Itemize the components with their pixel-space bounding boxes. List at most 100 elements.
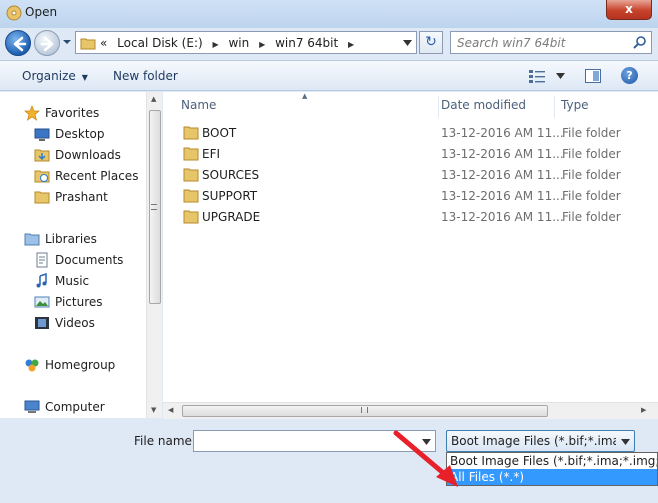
file-name: SOURCES [202,168,260,182]
column-header-type[interactable]: Type [555,96,658,118]
file-date: 13-12-2016 AM 11... [441,147,564,161]
breadcrumb: « Local Disk (E:) ▶ win ▶ win7 64bit ▶ [100,36,360,50]
sidebar-item-label: Favorites [45,106,100,120]
folder-icon [183,126,199,140]
scroll-up-icon[interactable]: ▲ [151,95,156,103]
file-date: 13-12-2016 AM 11... [441,189,564,203]
sidebar-item-label: Prashant [55,190,108,204]
file-type: File folder [562,189,621,203]
scroll-down-icon[interactable]: ▼ [151,406,156,414]
forward-button[interactable] [34,30,60,56]
sort-ascending-icon: ▲ [302,92,308,100]
back-button[interactable] [5,30,31,56]
app-disc-icon [6,5,22,21]
navigation-pane: Favorites Desktop Downloads Recent Place… [0,92,146,418]
sidebar-item-label: Recent Places [55,169,139,183]
file-date: 13-12-2016 AM 11... [441,210,564,224]
file-type-filter-value: Boot Image Files (*.bif;*.ima;*.img;*.fl… [451,434,616,448]
title-bar: Open x [0,0,658,28]
forward-arrow-icon [40,36,54,52]
scrollbar-grip-icon [361,407,368,413]
sidebar-item-label: Downloads [55,148,121,162]
column-header-label: Date modified [441,98,527,112]
file-date: 13-12-2016 AM 11... [441,126,564,140]
homegroup-icon [25,359,39,372]
file-date: 13-12-2016 AM 11... [441,168,564,182]
desktop-icon [34,128,50,141]
breadcrumb-separator-icon[interactable]: ▶ [259,40,265,49]
close-button[interactable]: x [606,0,652,20]
views-icon[interactable] [529,69,545,83]
file-type: File folder [562,126,621,140]
recent-pages-chevron-icon[interactable] [62,37,72,47]
breadcrumb-overflow[interactable]: « [100,36,107,50]
table-row[interactable]: SOURCES 13-12-2016 AM 11... File folder [163,165,658,186]
new-folder-button[interactable]: New folder [113,69,178,83]
search-input[interactable] [451,32,631,53]
organize-button[interactable]: Organize ▼ [22,69,88,83]
back-arrow-icon [13,36,27,52]
search-icon[interactable] [633,35,647,49]
address-dropdown-icon[interactable] [403,40,412,46]
star-icon [24,105,40,121]
file-type-options-list: Boot Image Files (*.bif;*.ima;*.img;*.fl… [446,452,658,486]
folder-icon [183,147,199,161]
file-type-filter-select[interactable]: Boot Image Files (*.bif;*.ima;*.img;*.fl… [446,430,635,452]
sidebar-item-label: Music [55,274,90,288]
scroll-left-icon[interactable]: ◀ [168,406,173,414]
help-icon[interactable]: ? [621,67,638,84]
breadcrumb-item-win[interactable]: win [228,36,249,50]
refresh-button[interactable]: ↻ [419,31,443,54]
file-list: Name ▲ Date modified Type BOOT 13-12-201… [163,92,658,418]
computer-icon [24,400,40,413]
file-list-horizontal-scrollbar[interactable]: ◀ ▶ [163,402,658,419]
file-name-input[interactable] [194,431,414,451]
breadcrumb-separator-icon[interactable]: ▶ [213,40,219,49]
address-bar[interactable]: « Local Disk (E:) ▶ win ▶ win7 64bit ▶ [75,31,417,54]
breadcrumb-item-local-disk[interactable]: Local Disk (E:) [117,36,203,50]
window-title: Open [25,5,58,19]
sidebar-item-label: Pictures [55,295,103,309]
breadcrumb-separator-icon[interactable]: ▶ [348,40,354,49]
chevron-down-icon [621,439,630,445]
filter-option-all-files[interactable]: All Files (*.*) [447,469,657,485]
library-icon [24,233,40,246]
file-name-combobox [193,430,436,452]
sidebar-item-label: Libraries [45,232,97,246]
preview-pane-icon[interactable] [585,69,601,83]
file-type: File folder [562,210,621,224]
filter-option-boot-image[interactable]: Boot Image Files (*.bif;*.ima;*.img;*.fl… [447,453,657,469]
folder-icon [183,210,199,224]
table-row[interactable]: SUPPORT 13-12-2016 AM 11... File folder [163,186,658,207]
column-header-date-modified[interactable]: Date modified [435,96,555,118]
views-dropdown-icon[interactable] [556,73,565,79]
file-name: BOOT [202,126,237,140]
table-row[interactable]: EFI 13-12-2016 AM 11... File folder [163,144,658,165]
column-header-label: Type [561,98,589,112]
breadcrumb-item-win7-64bit[interactable]: win7 64bit [275,36,338,50]
sidebar-item-label: Videos [55,316,95,330]
file-name: UPGRADE [202,210,261,224]
folder-icon [80,38,96,50]
folder-icon [34,170,50,183]
file-name: SUPPORT [202,189,258,203]
music-icon [36,273,47,288]
file-type: File folder [562,147,621,161]
navigation-pane-scrollbar[interactable]: ▲ ▼ [146,92,162,418]
folder-icon [183,168,199,182]
chevron-down-icon[interactable] [422,439,431,445]
navigation-bar: « Local Disk (E:) ▶ win ▶ win7 64bit ▶ ↻ [0,28,658,58]
organize-label: Organize [22,69,76,83]
documents-icon [36,252,48,268]
column-header-label: Name [181,98,217,112]
file-name-label: File name: [134,434,196,448]
table-row[interactable]: UPGRADE 13-12-2016 AM 11... File folder [163,207,658,228]
sidebar-item-label: Documents [55,253,124,267]
videos-icon [35,317,49,329]
table-row[interactable]: BOOT 13-12-2016 AM 11... File folder [163,123,658,144]
folder-icon [34,191,50,204]
scroll-right-icon[interactable]: ▶ [641,406,646,414]
file-type: File folder [562,168,621,182]
sidebar-item-label: Computer [45,400,105,414]
folder-icon [34,149,50,162]
